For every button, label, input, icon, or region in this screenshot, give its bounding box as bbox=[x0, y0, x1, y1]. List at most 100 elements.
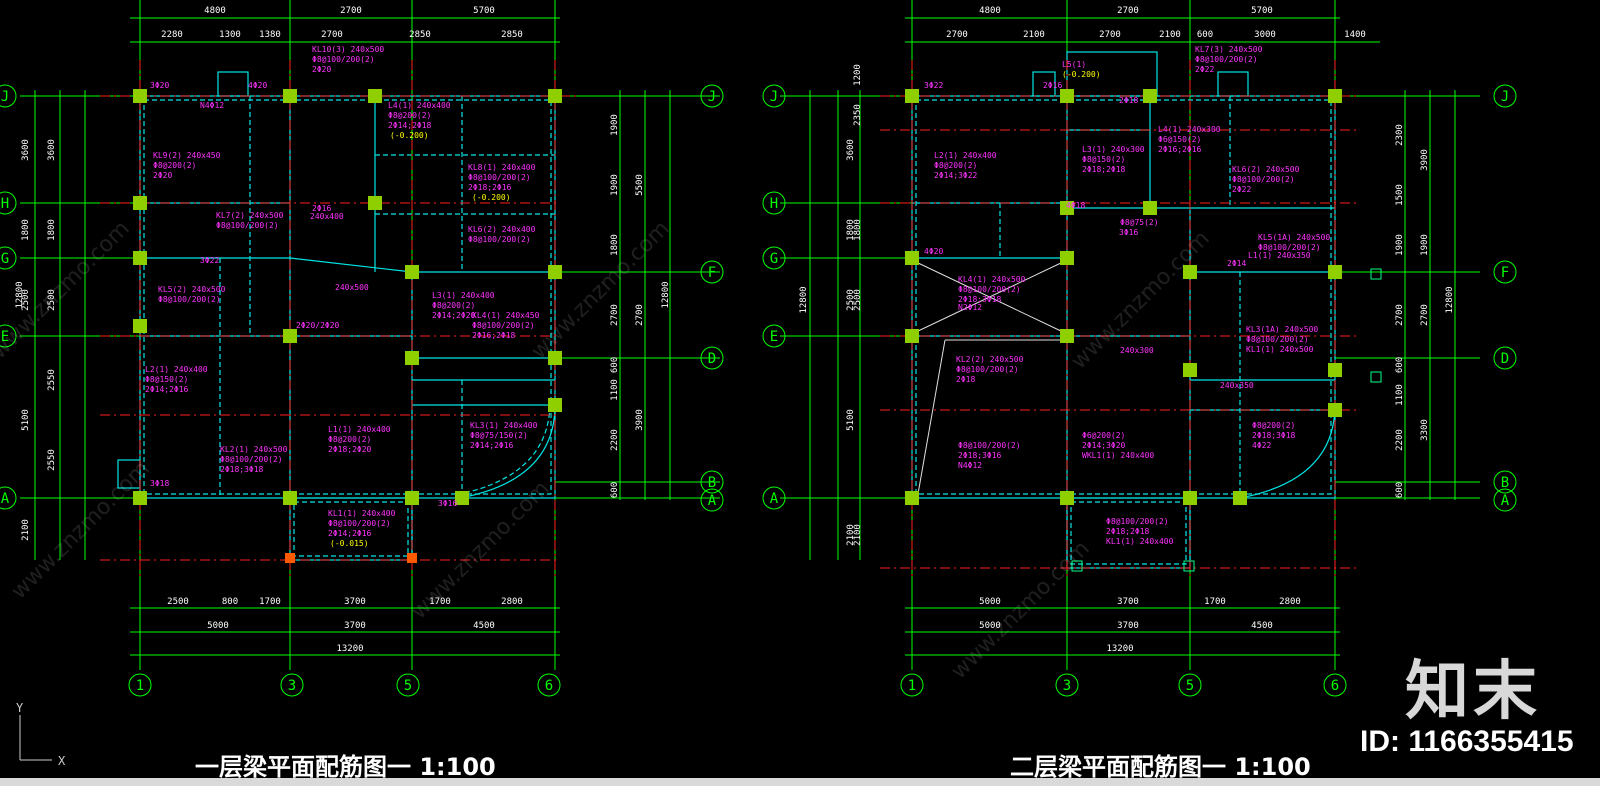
svg-text:3600: 3600 bbox=[846, 139, 856, 161]
svg-text:2800: 2800 bbox=[1279, 597, 1301, 607]
svg-text:12800: 12800 bbox=[661, 281, 671, 308]
svg-text:2100: 2100 bbox=[853, 524, 863, 546]
axis-label: B bbox=[1501, 475, 1509, 491]
axis-label: B bbox=[708, 475, 716, 491]
beam-label: (-0.015) bbox=[330, 539, 369, 548]
beam-label: 3Φ16 bbox=[1119, 228, 1138, 237]
beam-label: 2Φ22 bbox=[1232, 185, 1251, 194]
beam-label: N2Φ12 bbox=[958, 303, 982, 312]
svg-text:2100: 2100 bbox=[1159, 30, 1181, 40]
beam-label: 2Φ14;3Φ20 bbox=[1082, 441, 1126, 450]
svg-text:5100: 5100 bbox=[846, 409, 856, 431]
beam-label: 2Φ20/2Φ20 bbox=[296, 321, 340, 330]
svg-text:www.znzmo.com: www.znzmo.com bbox=[947, 536, 1095, 684]
beam-label: 2Φ14;3Φ22 bbox=[934, 171, 978, 180]
beam-label: Φ8@75/150(2) bbox=[470, 431, 528, 440]
svg-text:3700: 3700 bbox=[1117, 597, 1139, 607]
axis-label: 5 bbox=[1186, 678, 1194, 694]
watermark-id: ID: 1166355415 bbox=[1360, 725, 1574, 758]
beam-label: 2Φ18;3Φ16 bbox=[958, 451, 1002, 460]
svg-text:12800: 12800 bbox=[1445, 286, 1455, 313]
svg-text:1400: 1400 bbox=[1344, 30, 1366, 40]
beam-label: Φ8@100/200(2) bbox=[958, 441, 1021, 450]
beam-label: 2Φ16;2Φ16 bbox=[1158, 145, 1202, 154]
svg-text:2300: 2300 bbox=[1395, 124, 1405, 146]
beam-label: KL2(2) 240x500 bbox=[956, 355, 1024, 364]
beam-label: KL4(1) 240x500 bbox=[958, 275, 1026, 284]
axis-label: J bbox=[708, 89, 716, 105]
svg-text:www.znzmo.com: www.znzmo.com bbox=[527, 216, 675, 364]
beam-label: KL7(3) 240x500 bbox=[1195, 45, 1263, 54]
beam-label: L2(1) 240x400 bbox=[934, 151, 997, 160]
axis-label: J bbox=[770, 89, 778, 105]
svg-text:2700: 2700 bbox=[321, 30, 343, 40]
svg-text:1500: 1500 bbox=[1395, 184, 1405, 206]
beam-label: 2Φ18 bbox=[1119, 96, 1138, 105]
svg-text:2700: 2700 bbox=[1117, 6, 1139, 16]
svg-text:4800: 4800 bbox=[979, 6, 1001, 16]
svg-text:1900: 1900 bbox=[1420, 234, 1430, 256]
beam-label: KL6(2) 240x500 bbox=[1232, 165, 1300, 174]
beam-label: L3(1) 240x400 bbox=[432, 291, 495, 300]
svg-text:2700: 2700 bbox=[946, 30, 968, 40]
beam-label: KL8(1) 240x400 bbox=[468, 163, 536, 172]
svg-text:2550: 2550 bbox=[47, 449, 57, 471]
beam-label: 2Φ16 bbox=[1043, 81, 1062, 90]
beam-label: L4(1) 240x400 bbox=[388, 101, 451, 110]
beam-label: 2Φ20 bbox=[312, 65, 331, 74]
svg-text:13200: 13200 bbox=[1106, 644, 1133, 654]
svg-text:600: 600 bbox=[610, 357, 620, 373]
beam-label: 2Φ18;2Φ18 bbox=[1082, 165, 1126, 174]
svg-text:1800: 1800 bbox=[21, 219, 31, 241]
beam-label: Φ8@100/200(2) bbox=[220, 455, 283, 464]
beam-label: 240x400 bbox=[310, 212, 344, 221]
beam-label: Φ8@100/200(2) bbox=[1246, 335, 1309, 344]
svg-text:2280: 2280 bbox=[161, 30, 183, 40]
beam-label: KL1(1) 240x400 bbox=[328, 509, 396, 518]
axis-label: 5 bbox=[404, 678, 412, 694]
axis-label: F bbox=[1501, 265, 1509, 281]
svg-text:5100: 5100 bbox=[21, 409, 31, 431]
beam-label: L4(1) 240x300 bbox=[1158, 125, 1221, 134]
beam-label: Φ6@150(2) bbox=[1158, 135, 1201, 144]
beam-label: 240x300 bbox=[1120, 346, 1154, 355]
beam-label: 2Φ18;3Φ18 bbox=[220, 465, 264, 474]
axis-label: A bbox=[1501, 493, 1510, 509]
second-floor-beam-plan: 1 3 5 6 J H G E A J F D B A 4800 2700 57… bbox=[762, 0, 1517, 781]
beam-label: Φ8@200(2) bbox=[328, 435, 371, 444]
beam-label: KL1(1) 240x400 bbox=[1106, 537, 1174, 546]
drawing-title: 二层梁平面配筋图一 1:100 bbox=[1010, 753, 1311, 781]
svg-text:2700: 2700 bbox=[1099, 30, 1121, 40]
beam-label: 2Φ18;2Φ20 bbox=[328, 445, 372, 454]
beam-label: 240x350 bbox=[1220, 381, 1254, 390]
ucs-x-label: X bbox=[58, 754, 66, 768]
beam-label: L2(1) 240x400 bbox=[145, 365, 208, 374]
svg-text:3900: 3900 bbox=[1420, 149, 1430, 171]
beam-label: (-0.200) bbox=[1062, 70, 1101, 79]
svg-text:1900: 1900 bbox=[1395, 234, 1405, 256]
svg-text:1700: 1700 bbox=[1204, 597, 1226, 607]
svg-text:3700: 3700 bbox=[344, 597, 366, 607]
beam-label: Φ8@100/200(2) bbox=[468, 173, 531, 182]
beam-label: Φ8@100/200(2) bbox=[958, 285, 1021, 294]
beam-label: L5(1) bbox=[1062, 60, 1086, 69]
svg-text:600: 600 bbox=[1197, 30, 1213, 40]
beam-label: Φ8@200(2) bbox=[934, 161, 977, 170]
svg-text:5700: 5700 bbox=[1251, 6, 1273, 16]
beam-label: 240x500 bbox=[335, 283, 369, 292]
axis-label: F bbox=[708, 265, 716, 281]
svg-text:2500: 2500 bbox=[167, 597, 189, 607]
beam-label: L1(1) 240x350 bbox=[1248, 251, 1311, 260]
svg-text:12800: 12800 bbox=[799, 286, 809, 313]
beam-label: L1(1) 240x400 bbox=[328, 425, 391, 434]
svg-text:600: 600 bbox=[610, 482, 620, 498]
beam-label: Φ8@100/200(2) bbox=[468, 235, 531, 244]
beam-label: Φ8@100/200(2) bbox=[328, 519, 391, 528]
beam-label: Φ8@100/200(2) bbox=[1232, 175, 1295, 184]
beam-label: 3Φ16 bbox=[438, 499, 457, 508]
svg-text:1100: 1100 bbox=[610, 379, 620, 401]
beam-label: 3Φ22 bbox=[924, 81, 943, 90]
svg-text:3600: 3600 bbox=[47, 139, 57, 161]
beam-label: 2Φ18;3Φ18 bbox=[1252, 431, 1296, 440]
beam-label: KL4(1) 240x450 bbox=[472, 311, 540, 320]
